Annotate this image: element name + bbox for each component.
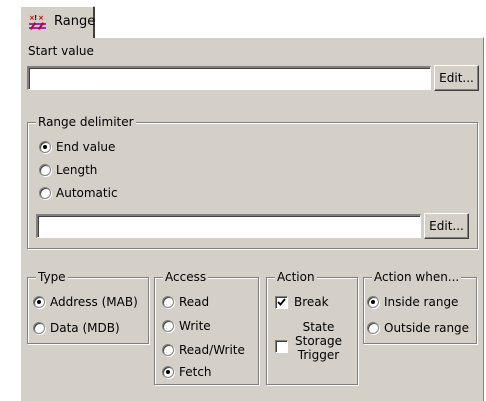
- radio-write-label: Write: [179, 319, 211, 333]
- svg-text:!: !: [34, 14, 37, 22]
- radio-automatic-label: Automatic: [56, 186, 118, 200]
- radio-data-mdb-indicator[interactable]: [33, 322, 45, 334]
- radio-outside-range-indicator[interactable]: [367, 322, 379, 334]
- checkbox-break-label: Break: [294, 295, 329, 309]
- start-value-input[interactable]: [27, 66, 431, 90]
- radio-read-write-indicator[interactable]: [162, 344, 174, 356]
- radio-address-mab-label: Address (MAB): [50, 295, 138, 309]
- checkbox-state-storage-indicator[interactable]: [275, 340, 288, 353]
- radio-read-indicator[interactable]: [162, 296, 174, 308]
- action-title: Action: [275, 270, 317, 284]
- radio-inside-range-indicator[interactable]: [367, 296, 379, 308]
- checkbox-break-indicator[interactable]: [275, 296, 288, 309]
- radio-length-label: Length: [56, 163, 98, 177]
- radio-data-mdb-label: Data (MDB): [50, 321, 120, 335]
- start-value-edit-button[interactable]: Edit...: [434, 65, 479, 91]
- range-delimiter-title: Range delimiter: [36, 115, 136, 129]
- radio-length-indicator[interactable]: [39, 164, 51, 176]
- start-value-label: Start value: [28, 44, 94, 58]
- access-title: Access: [163, 270, 209, 284]
- radio-read-write-label: Read/Write: [179, 343, 245, 357]
- radio-end-value-label: End value: [56, 140, 116, 154]
- action-when-title: Action when...: [372, 270, 462, 284]
- tab-range-label: Range: [54, 14, 96, 29]
- radio-fetch-indicator[interactable]: [162, 366, 174, 378]
- radio-outside-range-label: Outside range: [384, 321, 470, 335]
- svg-text:×: ×: [38, 14, 44, 22]
- radio-automatic-indicator[interactable]: [39, 187, 51, 199]
- state-storage-label-line-2: Storage: [295, 334, 342, 348]
- checkbox-state-storage-label: State Storage Trigger: [295, 320, 342, 362]
- radio-fetch-label: Fetch: [179, 365, 212, 379]
- state-storage-label-line-3: Trigger: [297, 348, 340, 362]
- radio-end-value-indicator[interactable]: [39, 141, 51, 153]
- range-delimiter-edit-button[interactable]: Edit...: [424, 213, 469, 239]
- state-storage-label-line-1: State: [302, 320, 335, 334]
- range-icon: × ! ×: [28, 13, 47, 31]
- type-title: Type: [36, 270, 68, 284]
- range-delimiter-input[interactable]: [36, 214, 421, 238]
- tab-range[interactable]: × ! × Range: [20, 6, 95, 38]
- radio-write-indicator[interactable]: [162, 320, 174, 332]
- radio-inside-range-label: Inside range: [384, 295, 459, 309]
- radio-read-label: Read: [179, 295, 210, 309]
- radio-address-mab-indicator[interactable]: [33, 296, 45, 308]
- range-dialog: × ! × Range Start value Edit... Range de…: [0, 0, 486, 401]
